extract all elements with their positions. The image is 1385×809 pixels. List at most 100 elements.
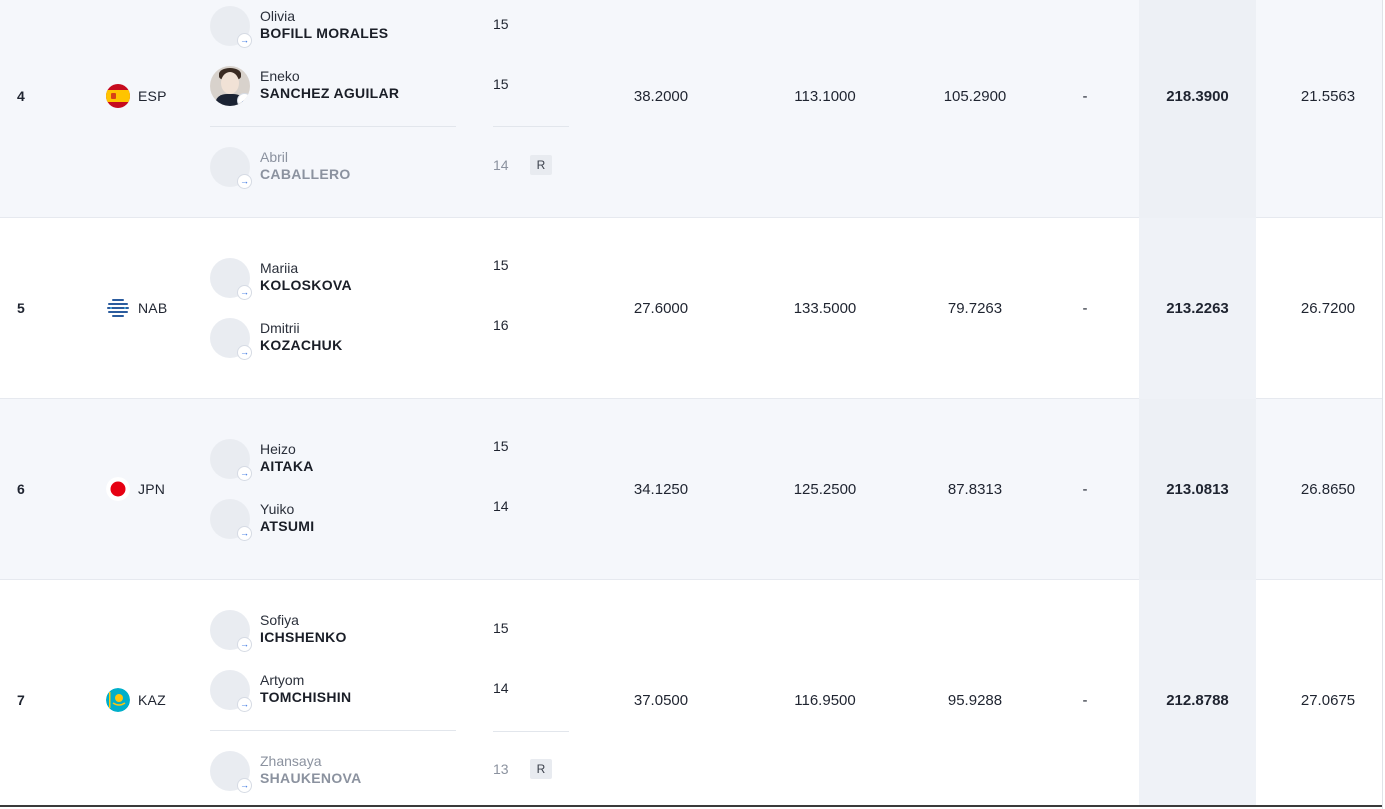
noc-code: JPN: [138, 481, 166, 497]
athlete-age: 15: [493, 76, 509, 92]
avatar: →: [210, 670, 252, 712]
noc-code: NAB: [138, 300, 168, 316]
score-col6: 21.5563: [1300, 88, 1356, 105]
athlete-first-name: Eneko: [260, 68, 300, 84]
viewport-bottom-edge: [0, 805, 1382, 807]
avatar: →: [210, 751, 252, 793]
avatar: →: [210, 6, 252, 48]
reserve-divider: [210, 126, 456, 127]
noc-code: ESP: [138, 88, 167, 104]
score-col4: -: [1082, 692, 1088, 709]
athlete-last-name: TOMCHISHIN: [260, 689, 352, 705]
rank: 7: [17, 692, 25, 708]
athlete-last-name: BOFILL MORALES: [260, 25, 389, 41]
score-col2: 133.5000: [793, 300, 857, 317]
kazakhstan-flag-icon: [106, 688, 130, 712]
arrow-right-icon: →: [237, 93, 250, 106]
table-row: 5 NAB → Mariia KOLOSKOVA 15 → Dmitrii KO…: [0, 218, 1382, 399]
results-table: 4 ESP → Olivia BOFILL MORALES 15 → Eneko: [0, 0, 1382, 806]
athlete[interactable]: → Yuiko ATSUMI: [210, 499, 456, 541]
athlete-last-name: ATSUMI: [260, 518, 315, 534]
athlete-first-name: Yuiko: [260, 501, 295, 517]
athlete[interactable]: → Mariia KOLOSKOVA: [210, 258, 456, 300]
rank: 6: [17, 481, 25, 497]
reserve-athlete[interactable]: → Zhansaya SHAUKENOVA: [210, 751, 456, 793]
athlete-first-name: Sofiya: [260, 612, 299, 628]
athlete[interactable]: → Artyom TOMCHISHIN: [210, 670, 456, 712]
avatar-photo: →: [210, 66, 250, 106]
score-col3: 87.8313: [947, 481, 1003, 498]
score-col2: 125.2500: [793, 481, 857, 498]
athlete-last-name: SHAUKENOVA: [260, 770, 362, 786]
score-col2: 113.1000: [794, 88, 856, 105]
athlete-age: 15: [493, 16, 509, 32]
reserve-divider: [210, 730, 456, 731]
athlete[interactable]: → Olivia BOFILL MORALES: [210, 6, 456, 48]
total-score: 213.2263: [1166, 300, 1229, 317]
avatar: →: [210, 258, 252, 300]
athlete-first-name: Heizo: [260, 441, 296, 457]
reserve-badge: R: [530, 759, 552, 779]
athlete-age: 14: [493, 157, 509, 173]
total-score: 218.3900: [1166, 88, 1229, 105]
japan-flag-icon: [106, 477, 130, 501]
athlete-first-name: Dmitrii: [260, 320, 300, 336]
score-col1: 27.6000: [633, 300, 689, 317]
score-col4: -: [1082, 88, 1088, 105]
arrow-right-icon: →: [237, 285, 252, 300]
avatar: →: [210, 499, 252, 541]
athlete[interactable]: → Sofiya ICHSHENKO: [210, 610, 456, 652]
athlete-first-name: Abril: [260, 149, 289, 165]
athlete-last-name: KOZACHUK: [260, 337, 343, 353]
athlete-first-name: Olivia: [260, 8, 296, 24]
table-row: 7 KAZ → Sofiya ICHSHENKO 15 → Artyom TOM…: [0, 580, 1382, 806]
noc: JPN: [106, 477, 165, 501]
score-col1: 34.1250: [633, 481, 689, 498]
arrow-right-icon: →: [237, 345, 252, 360]
athlete-last-name: SANCHEZ AGUILAR: [260, 85, 400, 101]
score-col3: 105.2900: [943, 88, 1007, 105]
noc: NAB: [106, 296, 167, 320]
athlete-age: 14: [493, 498, 509, 514]
score-col6: 27.0675: [1300, 692, 1356, 709]
athlete-age: 15: [493, 620, 509, 636]
reserve-divider: [493, 126, 569, 127]
spain-flag-icon: [106, 84, 130, 108]
total-score: 213.0813: [1166, 481, 1229, 498]
noc: KAZ: [106, 688, 166, 712]
table-row: 4 ESP → Olivia BOFILL MORALES 15 → Eneko: [0, 0, 1382, 218]
total-score: 212.8788: [1166, 692, 1229, 709]
arrow-right-icon: →: [237, 466, 252, 481]
athlete[interactable]: → Heizo AITAKA: [210, 439, 456, 481]
reserve-badge: R: [530, 155, 552, 175]
avatar: →: [210, 439, 252, 481]
rank: 5: [17, 300, 25, 316]
noc: ESP: [106, 84, 167, 108]
athlete-first-name: Mariia: [260, 260, 299, 276]
athlete-age: 15: [493, 438, 509, 454]
athlete-last-name: KOLOSKOVA: [260, 277, 352, 293]
athlete[interactable]: → Eneko SANCHEZ AGUILAR: [210, 66, 456, 106]
athlete-age: 14: [493, 680, 509, 696]
athlete[interactable]: → Dmitrii KOZACHUK: [210, 318, 456, 360]
score-col3: 79.7263: [947, 300, 1003, 317]
rank: 4: [17, 88, 25, 104]
athlete-age: 16: [493, 317, 509, 333]
score-col6: 26.7200: [1300, 300, 1356, 317]
neutral-athletes-icon: [106, 296, 130, 320]
arrow-right-icon: →: [237, 778, 252, 793]
arrow-right-icon: →: [237, 637, 252, 652]
reserve-athlete[interactable]: → Abril CABALLERO: [210, 147, 456, 189]
score-col2: 116.9500: [794, 692, 856, 709]
avatar: →: [210, 610, 252, 652]
noc-code: KAZ: [138, 692, 166, 708]
score-col6: 26.8650: [1300, 481, 1356, 498]
arrow-right-icon: →: [237, 697, 252, 712]
athlete-age: 13: [493, 761, 509, 777]
athlete-last-name: CABALLERO: [260, 166, 351, 182]
score-col4: -: [1082, 300, 1088, 317]
reserve-divider: [493, 731, 569, 732]
athlete-last-name: AITAKA: [260, 458, 314, 474]
total-column-band: [1139, 0, 1256, 218]
athlete-first-name: Artyom: [260, 672, 305, 688]
